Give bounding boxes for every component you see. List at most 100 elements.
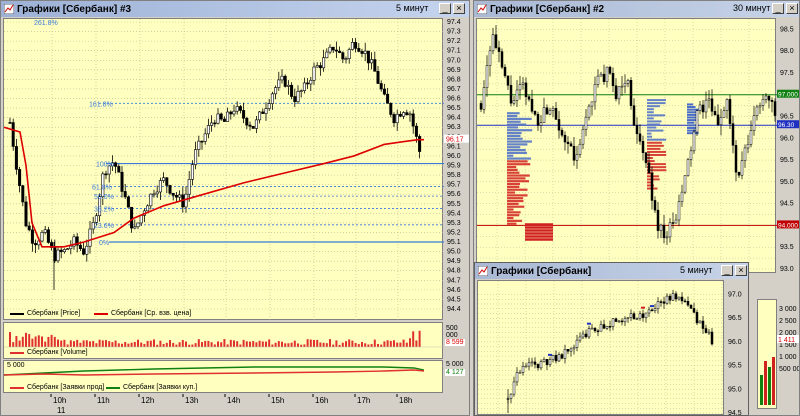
price-candle-body bbox=[659, 224, 663, 231]
side-last-tag: 1 411 bbox=[778, 337, 795, 344]
price-candle-body bbox=[689, 150, 693, 160]
price-candle-body bbox=[518, 84, 522, 91]
minimize-button[interactable]: _ bbox=[721, 265, 733, 276]
volume-bar bbox=[82, 340, 85, 347]
orders-left-label: 5 000 bbox=[7, 362, 25, 369]
price-candle-body bbox=[312, 66, 316, 81]
volume-bar bbox=[85, 340, 88, 347]
orderbook-bar bbox=[507, 197, 524, 200]
volume-bar bbox=[399, 342, 402, 347]
price-candle-body bbox=[632, 313, 636, 320]
price-candle-body bbox=[668, 222, 672, 238]
price-candle-body bbox=[704, 99, 708, 113]
volume-bar bbox=[303, 344, 306, 347]
price-candle-body bbox=[494, 34, 498, 48]
price-candle-body bbox=[542, 107, 546, 123]
price-candle-body bbox=[590, 327, 594, 330]
orderbook-bar bbox=[507, 112, 520, 115]
price-candle-body bbox=[392, 114, 396, 124]
price-candle-body bbox=[293, 96, 297, 102]
price-candle-body bbox=[743, 147, 747, 161]
price-candle-body bbox=[485, 65, 489, 88]
time-axis[interactable]: 10h 11h 12h 13h 14h 15h 16h 17h 18h 11 bbox=[3, 394, 443, 415]
price-chart[interactable]: 261.8% 161.8% 100% 61.8% 50.0% 38.2% 23.6% 0% bbox=[3, 19, 444, 321]
volume-bar bbox=[325, 343, 328, 347]
price-candle-body bbox=[277, 79, 281, 88]
close-button[interactable]: × bbox=[786, 3, 798, 14]
price-candle-body bbox=[360, 51, 364, 54]
price-candle-body bbox=[614, 85, 618, 100]
volume-bar bbox=[60, 340, 63, 347]
level-tag: 96.30 bbox=[778, 122, 795, 129]
time-axis-label: 18h bbox=[399, 396, 412, 405]
price-candle-body bbox=[521, 365, 525, 373]
price-candle-body bbox=[677, 296, 681, 300]
volume-bar bbox=[252, 341, 255, 347]
minimize-button[interactable]: _ bbox=[439, 3, 451, 14]
price-candle-body bbox=[635, 125, 639, 135]
timeframe-label[interactable]: 5 минут bbox=[396, 3, 428, 13]
volume-bar bbox=[188, 344, 191, 347]
volume-bar bbox=[261, 341, 264, 347]
legend-buy: Сбербанк [Заявки куп.] bbox=[106, 384, 197, 391]
price-axis-mini[interactable]: 97.0 96.5 96.0 95.5 95.0 94.5 bbox=[725, 280, 748, 415]
price-candle-body bbox=[623, 82, 627, 87]
volume-bar bbox=[15, 336, 18, 347]
price-candle-body bbox=[608, 325, 612, 328]
orderbook-bar bbox=[687, 106, 696, 109]
price-candle-body bbox=[572, 145, 576, 161]
orderbook-bar bbox=[525, 229, 553, 232]
price-axis-tick: 95.0 bbox=[447, 249, 461, 256]
orderbook-bar bbox=[507, 123, 527, 126]
orderbook-bar bbox=[647, 160, 655, 163]
orders-pane[interactable]: 5 000 Сбербанк [Заявки прод] Сбербанк [З… bbox=[3, 360, 443, 393]
trade-marker bbox=[650, 305, 654, 308]
price-axis-30m[interactable]: 98.598.097.597.096.596.095.595.094.594.0… bbox=[777, 18, 799, 273]
chart-window-3[interactable]: Графики [Сбербанк] 5 минут _ × 97.0 96.5 9… bbox=[474, 262, 749, 416]
volume-bar bbox=[53, 336, 56, 347]
price-axis-tick: 94.5 bbox=[728, 410, 742, 415]
price-axis-tick: 95.3 bbox=[447, 220, 461, 227]
close-button[interactable]: × bbox=[735, 265, 747, 276]
side-volume-pane[interactable] bbox=[757, 299, 777, 409]
price-axis[interactable]: 97.4 97.3 97.2 97.1 97.0 96.9 96.8 96.7 96.6 96.5… bbox=[444, 18, 469, 320]
price-candle-body bbox=[722, 110, 726, 118]
timeframe-label[interactable]: 5 минут bbox=[680, 265, 712, 275]
minimize-button[interactable]: _ bbox=[772, 3, 784, 14]
volume-bar bbox=[309, 339, 312, 347]
price-candle-body bbox=[578, 336, 582, 341]
price-candle-body bbox=[389, 103, 393, 115]
price-candle-body bbox=[69, 245, 73, 250]
price-candle-body bbox=[587, 328, 591, 338]
price-axis-tick: 95.0 bbox=[780, 179, 794, 186]
volume-bar bbox=[284, 343, 287, 347]
orderbook-bar bbox=[507, 191, 516, 194]
price-axis-tick: 94.5 bbox=[780, 201, 794, 208]
volume-pane[interactable]: Сбербанк [Volume] bbox=[3, 322, 444, 359]
timeframe-label[interactable]: 30 минут bbox=[733, 3, 770, 13]
last-price-tag: 96.17 bbox=[446, 137, 464, 144]
volume-bar bbox=[268, 339, 271, 347]
volume-bar bbox=[386, 340, 389, 347]
volume-bar bbox=[229, 339, 232, 347]
price-candle-body bbox=[758, 105, 762, 108]
side-volume-tick: 3 000 bbox=[779, 306, 797, 313]
volume-bar bbox=[258, 340, 261, 347]
price-candle-body bbox=[117, 166, 121, 173]
orderbook-bar bbox=[687, 113, 697, 116]
price-pane-mini[interactable] bbox=[477, 280, 725, 415]
orderbook-bar bbox=[507, 177, 526, 180]
price-candle-body bbox=[14, 146, 18, 170]
volume-bar bbox=[98, 339, 101, 347]
orderbook-bar bbox=[647, 105, 660, 108]
volume-bar bbox=[9, 332, 11, 347]
price-pane-30m[interactable] bbox=[476, 18, 777, 274]
close-button[interactable]: × bbox=[453, 3, 465, 14]
price-pane[interactable]: 261.8% 161.8% 100% 61.8% 50.0% 38.2% 23.6% 0% С… bbox=[3, 18, 444, 321]
orderbook-bar bbox=[507, 163, 531, 166]
volume-axis: 500 000 8 599 bbox=[444, 322, 469, 359]
price-candle-body bbox=[707, 98, 711, 101]
price-candle-body bbox=[126, 196, 130, 208]
chart-window-1[interactable]: Графики [Сбербанк] #3 5 минут _ × 261.8%… bbox=[0, 0, 470, 416]
price-candle-body bbox=[527, 362, 531, 367]
